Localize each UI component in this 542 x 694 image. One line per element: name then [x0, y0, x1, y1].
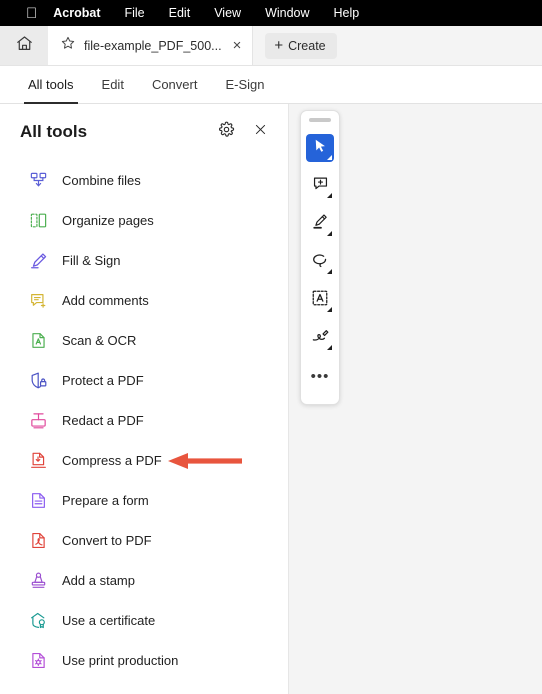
tab-edit[interactable]: Edit: [88, 66, 138, 104]
tool-draw-pen-button[interactable]: [306, 324, 334, 352]
star-icon[interactable]: [60, 35, 76, 56]
tool-label: Use print production: [62, 652, 179, 668]
chevron-dropdown-icon: [327, 155, 332, 160]
tool-label: Scan & OCR: [62, 332, 137, 348]
tool-label: Compress a PDF: [62, 452, 162, 468]
tool-label: Prepare a form: [62, 492, 149, 508]
settings-button[interactable]: [214, 120, 238, 144]
tool-text-select-button[interactable]: [306, 286, 334, 314]
chevron-dropdown-icon: [327, 307, 332, 312]
tab-strip: file-example_PDF_500... × + Create: [0, 26, 542, 66]
combine-files-icon: [28, 170, 48, 190]
tool-item-compress-a-pdf[interactable]: Compress a PDF: [0, 440, 288, 480]
tool-item-add-comments[interactable]: Add comments: [0, 280, 288, 320]
add-comments-icon: [28, 290, 48, 310]
tool-label: Redact a PDF: [62, 412, 144, 428]
protect-pdf-icon: [28, 370, 48, 390]
panel-header: All tools: [0, 104, 288, 154]
menu-item-view[interactable]: View: [202, 6, 253, 20]
close-tab-button[interactable]: ×: [230, 38, 245, 53]
floating-tool-toolbar: •••: [300, 110, 340, 405]
document-view-area: •••: [168, 104, 542, 694]
tool-item-fill-and-sign[interactable]: Fill & Sign: [0, 240, 288, 280]
tab-esign[interactable]: E-Sign: [211, 66, 278, 104]
scan-and-ocr-icon: [28, 330, 48, 350]
print-production-icon: [28, 650, 48, 670]
tool-item-use-a-certificate[interactable]: Use a certificate: [0, 600, 288, 640]
tool-item-add-a-stamp[interactable]: Add a stamp: [0, 560, 288, 600]
acrobat-window:  Acrobat File Edit View Window Help: [0, 0, 542, 694]
create-button[interactable]: + Create: [265, 32, 337, 59]
menu-item-edit[interactable]: Edit: [157, 6, 203, 20]
tool-label: Add comments: [62, 292, 149, 308]
document-tab-title: file-example_PDF_500...: [84, 38, 222, 53]
chevron-dropdown-icon: [327, 269, 332, 274]
tool-label: Organize pages: [62, 212, 154, 228]
panel-title: All tools: [20, 122, 88, 141]
tool-item-prepare-a-form[interactable]: Prepare a form: [0, 480, 288, 520]
more-options-icon: •••: [310, 367, 330, 385]
tool-more-options-button[interactable]: •••: [306, 362, 334, 390]
chevron-dropdown-icon: [327, 193, 332, 198]
menu-item-acrobat[interactable]: Acrobat: [49, 6, 112, 20]
gear-icon: [218, 121, 235, 143]
use-certificate-icon: [28, 610, 48, 630]
main-body: All tools Combine files Organize pages F…: [0, 104, 542, 694]
plus-icon: +: [274, 37, 284, 54]
organize-pages-icon: [28, 210, 48, 230]
tab-all-tools[interactable]: All tools: [14, 66, 88, 104]
home-button[interactable]: [0, 26, 48, 65]
chevron-dropdown-icon: [327, 345, 332, 350]
tool-item-protect-a-pdf[interactable]: Protect a PDF: [0, 360, 288, 400]
highlighter-icon: [312, 213, 329, 235]
tool-nav-tabs: All tools Edit Convert E-Sign: [0, 66, 542, 104]
tool-label: Convert to PDF: [62, 532, 152, 548]
menu-item-help[interactable]: Help: [322, 6, 372, 20]
tool-selection-cursor-button[interactable]: [306, 134, 334, 162]
tool-lasso-select-button[interactable]: [306, 248, 334, 276]
tool-item-use-print-production[interactable]: Use print production: [0, 640, 288, 680]
chevron-dropdown-icon: [327, 231, 332, 236]
add-stamp-icon: [28, 570, 48, 590]
all-tools-panel: All tools Combine files Organize pages F…: [0, 104, 289, 694]
drag-handle[interactable]: [309, 118, 331, 122]
macos-menu-bar:  Acrobat File Edit View Window Help: [0, 0, 542, 26]
convert-to-pdf-icon: [28, 530, 48, 550]
create-button-label: Create: [288, 38, 326, 53]
tool-label: Fill & Sign: [62, 252, 121, 268]
close-panel-button[interactable]: [248, 120, 272, 144]
tool-item-redact-a-pdf[interactable]: Redact a PDF: [0, 400, 288, 440]
apple-logo-icon[interactable]: : [10, 6, 49, 21]
close-icon: [253, 122, 268, 142]
add-comment-icon: [312, 175, 329, 197]
tool-item-combine-files[interactable]: Combine files: [0, 160, 288, 200]
tool-label: Use a certificate: [62, 612, 156, 628]
tools-list: Combine files Organize pages Fill & Sign…: [0, 154, 288, 680]
tool-label: Protect a PDF: [62, 372, 144, 388]
home-icon: [15, 34, 34, 58]
tool-item-organize-pages[interactable]: Organize pages: [0, 200, 288, 240]
prepare-form-icon: [28, 490, 48, 510]
tool-item-convert-to-pdf[interactable]: Convert to PDF: [0, 520, 288, 560]
tool-label: Combine files: [62, 172, 141, 188]
menu-item-file[interactable]: File: [112, 6, 156, 20]
tab-convert[interactable]: Convert: [138, 66, 212, 104]
redact-pdf-icon: [28, 410, 48, 430]
tool-add-comment-button[interactable]: [306, 172, 334, 200]
document-tab[interactable]: file-example_PDF_500... ×: [48, 26, 254, 65]
tool-label: Add a stamp: [62, 572, 135, 588]
tool-highlighter-button[interactable]: [306, 210, 334, 238]
fill-and-sign-icon: [28, 250, 48, 270]
menu-item-window[interactable]: Window: [253, 6, 321, 20]
compress-pdf-icon: [28, 450, 48, 470]
tool-item-scan-and-ocr[interactable]: Scan & OCR: [0, 320, 288, 360]
selection-cursor-icon: [312, 138, 328, 159]
